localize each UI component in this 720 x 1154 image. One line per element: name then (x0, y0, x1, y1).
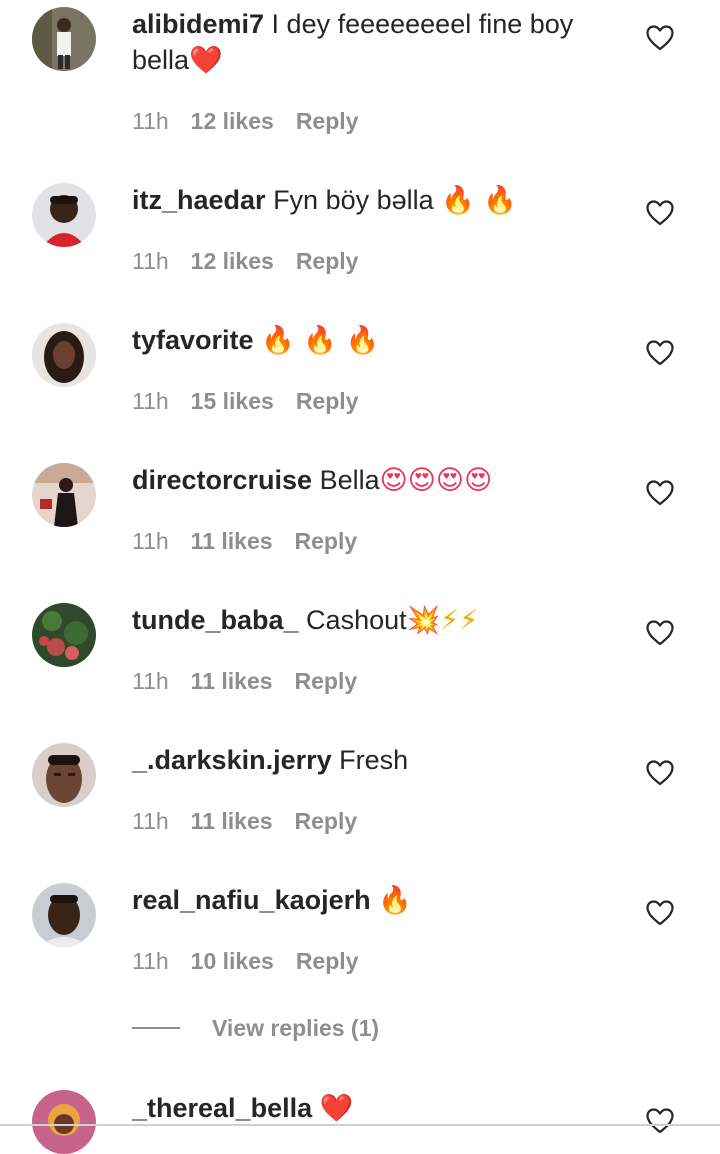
reply-button[interactable]: Reply (295, 526, 358, 556)
comment-text: tunde_baba_ Cashout💥⚡⚡ (132, 602, 632, 639)
comment-username[interactable]: tyfavorite (132, 325, 254, 355)
replies-divider (132, 1027, 180, 1029)
reply-button[interactable]: Reply (296, 106, 359, 136)
reply-button[interactable]: Reply (295, 806, 358, 836)
comment-username[interactable]: itz_haedar (132, 185, 266, 215)
comment-username[interactable]: _thereal_bella (132, 1093, 312, 1123)
comment-time: 11h (132, 948, 169, 974)
reply-button[interactable]: Reply (296, 946, 359, 976)
comment-meta: 11h 10 likes Reply (132, 946, 380, 976)
comment-username[interactable]: alibidemi7 (132, 9, 264, 39)
comment-likes[interactable]: 12 likes (191, 246, 274, 276)
bottom-divider (0, 1124, 720, 1126)
comment-text: real_nafiu_kaojerh 🔥 (132, 882, 632, 919)
avatar[interactable] (32, 743, 96, 807)
comment-time: 11h (132, 108, 169, 134)
comment-meta: 11h 15 likes Reply (132, 386, 380, 416)
comment-text: _.darkskin.jerry Fresh (132, 742, 632, 779)
comment-emoji: ❤️ (319, 1093, 354, 1124)
comment-likes[interactable]: 11 likes (191, 666, 273, 696)
comment-body: Fresh (331, 745, 409, 775)
reply-button[interactable]: Reply (295, 666, 358, 696)
comment-username[interactable]: real_nafiu_kaojerh (132, 885, 371, 915)
comment-likes[interactable]: 11 likes (191, 526, 273, 556)
comment-username[interactable]: tunde_baba_ (132, 605, 299, 635)
view-replies-button[interactable]: View replies (1) (132, 1010, 379, 1046)
avatar[interactable] (32, 463, 96, 527)
avatar[interactable] (32, 7, 96, 71)
comment-likes[interactable]: 15 likes (191, 386, 274, 416)
heart-outline-icon[interactable] (646, 900, 674, 926)
comment-body (254, 325, 262, 355)
comment-text: alibidemi7 I dey feeeeeeeel fine boy bel… (132, 6, 632, 79)
comment-text: directorcruise Bella😍😍😍😍 (132, 462, 632, 499)
comment-text: itz_haedar Fyn böy bəlla 🔥 🔥 (132, 182, 632, 219)
heart-outline-icon[interactable] (646, 480, 674, 506)
comment-likes[interactable]: 10 likes (191, 946, 274, 976)
reply-button[interactable]: Reply (296, 386, 359, 416)
comment-emoji: 🔥 🔥 🔥 (261, 325, 380, 356)
comment-emoji: 😍😍😍😍 (379, 465, 493, 496)
comment-time: 11h (132, 668, 169, 694)
comment-emoji: ❤️ (189, 45, 223, 76)
heart-outline-icon[interactable] (646, 760, 674, 786)
comment-time: 11h (132, 528, 169, 554)
comment-username[interactable]: directorcruise (132, 465, 312, 495)
heart-outline-icon[interactable] (646, 200, 674, 226)
comment-text: tyfavorite 🔥 🔥 🔥 (132, 322, 632, 359)
comment-emoji: 💥⚡⚡ (406, 605, 479, 636)
comment-body: Bella (312, 465, 380, 495)
avatar[interactable] (32, 323, 96, 387)
comment-meta: 11h 12 likes Reply (132, 106, 380, 136)
comment-username[interactable]: _.darkskin.jerry (132, 745, 332, 775)
heart-outline-icon[interactable] (646, 25, 674, 51)
comment-meta: 11h 11 likes Reply (132, 806, 379, 836)
comment-list: alibidemi7 I dey feeeeeeeel fine boy bel… (0, 0, 720, 1154)
heart-outline-icon[interactable] (646, 340, 674, 366)
comment-body: Cashout (298, 605, 407, 635)
comment-emoji: 🔥 (378, 885, 412, 916)
avatar[interactable] (32, 183, 96, 247)
comment-meta: 11h 12 likes Reply (132, 246, 380, 276)
comment-text: _thereal_bella ❤️ (132, 1090, 632, 1127)
avatar[interactable] (32, 603, 96, 667)
comment-likes[interactable]: 12 likes (191, 106, 274, 136)
comment-meta: 11h 11 likes Reply (132, 526, 379, 556)
avatar[interactable] (32, 1090, 96, 1154)
comment-body (312, 1093, 320, 1123)
heart-outline-icon[interactable] (646, 1108, 674, 1134)
comment-time: 11h (132, 388, 169, 414)
comment-time: 11h (132, 248, 169, 274)
comment-likes[interactable]: 11 likes (191, 806, 273, 836)
comment-time: 11h (132, 808, 169, 834)
avatar[interactable] (32, 883, 96, 947)
comment-body (371, 885, 379, 915)
comment-meta: 11h 11 likes Reply (132, 666, 379, 696)
comment-emoji: 🔥 🔥 (441, 185, 517, 216)
reply-button[interactable]: Reply (296, 246, 359, 276)
comment-body: Fyn böy bəlla (265, 185, 442, 215)
heart-outline-icon[interactable] (646, 620, 674, 646)
view-replies-label: View replies (1) (212, 1014, 380, 1041)
